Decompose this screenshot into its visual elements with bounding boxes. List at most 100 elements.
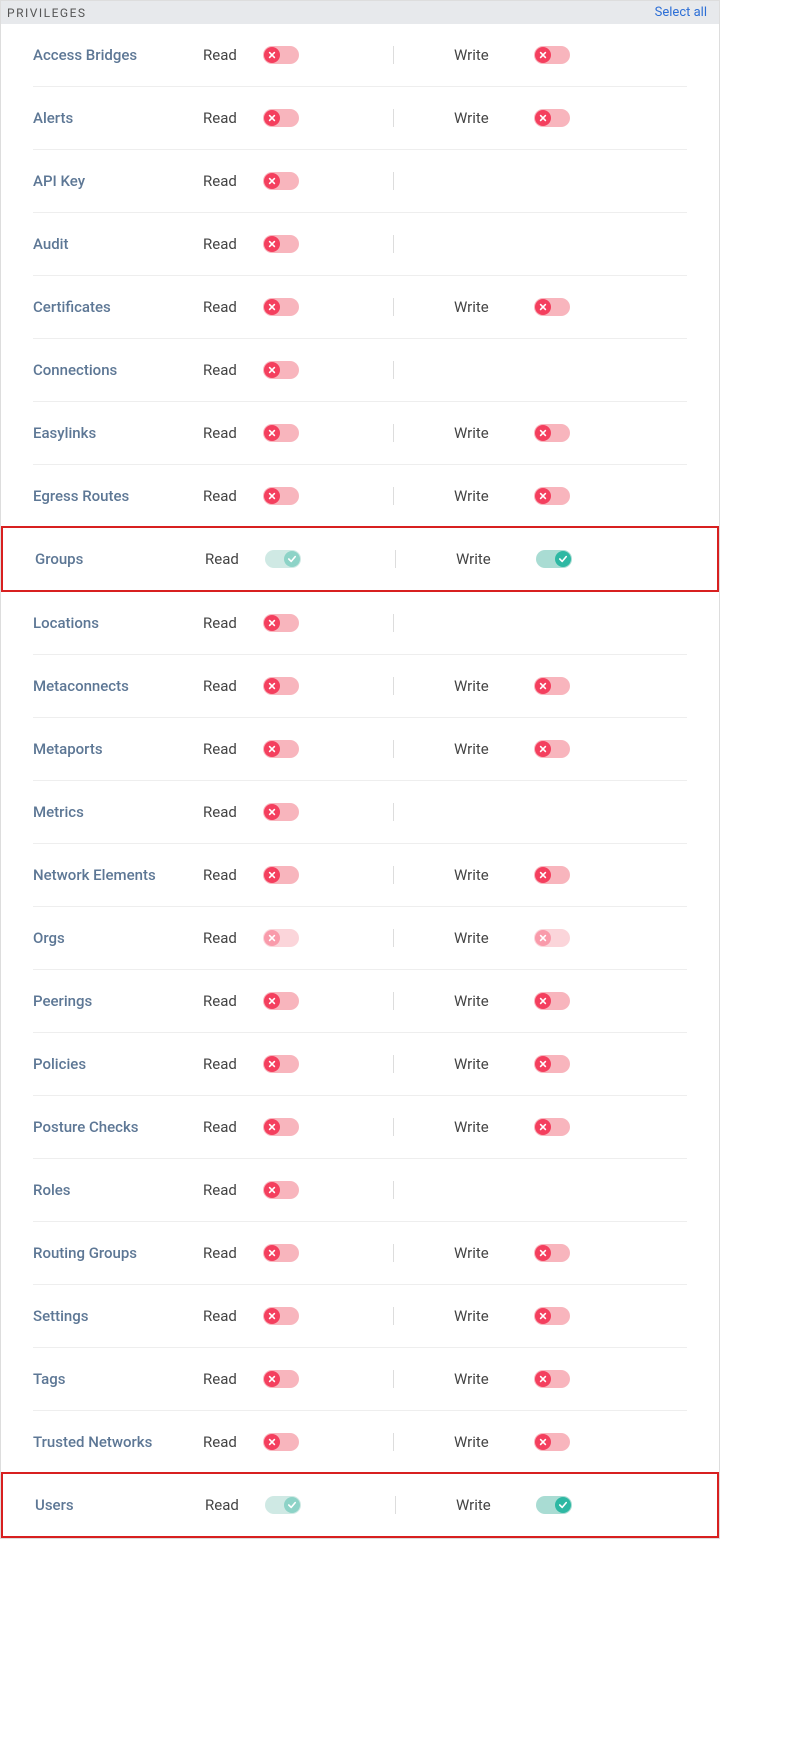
write-toggle-cell xyxy=(534,46,634,64)
x-icon xyxy=(264,362,280,378)
write-label: Write xyxy=(454,1118,534,1136)
divider xyxy=(393,992,394,1010)
check-icon xyxy=(555,551,571,567)
write-toggle[interactable] xyxy=(534,1055,570,1073)
write-toggle-cell xyxy=(536,1496,636,1514)
read-toggle[interactable] xyxy=(263,677,299,695)
write-toggle[interactable] xyxy=(534,1433,570,1451)
write-toggle[interactable] xyxy=(534,1307,570,1325)
divider xyxy=(393,1370,394,1388)
write-toggle[interactable] xyxy=(534,1244,570,1262)
privilege-row: LocationsRead xyxy=(33,592,687,655)
read-toggle[interactable] xyxy=(263,109,299,127)
write-label: Write xyxy=(454,487,534,505)
read-toggle[interactable] xyxy=(265,1496,301,1514)
read-toggle[interactable] xyxy=(263,298,299,316)
write-toggle[interactable] xyxy=(536,1496,572,1514)
divider xyxy=(395,1496,396,1514)
write-toggle[interactable] xyxy=(534,109,570,127)
read-toggle[interactable] xyxy=(263,1433,299,1451)
read-toggle[interactable] xyxy=(263,361,299,379)
read-toggle[interactable] xyxy=(263,1055,299,1073)
write-toggle[interactable] xyxy=(534,298,570,316)
x-icon xyxy=(264,488,280,504)
write-toggle[interactable] xyxy=(534,1118,570,1136)
write-toggle[interactable] xyxy=(534,866,570,884)
write-toggle[interactable] xyxy=(534,677,570,695)
write-toggle[interactable] xyxy=(534,740,570,758)
write-toggle-cell xyxy=(534,1307,634,1325)
read-toggle[interactable] xyxy=(263,1307,299,1325)
read-toggle[interactable] xyxy=(263,866,299,884)
write-toggle[interactable] xyxy=(534,1370,570,1388)
privilege-row: UsersReadWrite xyxy=(1,1472,719,1538)
read-toggle-cell xyxy=(263,866,363,884)
read-toggle-cell xyxy=(263,803,363,821)
x-icon xyxy=(535,867,551,883)
read-label: Read xyxy=(203,1244,263,1262)
write-label: Write xyxy=(454,46,534,64)
x-icon xyxy=(535,741,551,757)
x-icon xyxy=(535,110,551,126)
read-toggle[interactable] xyxy=(263,1244,299,1262)
write-toggle[interactable] xyxy=(534,992,570,1010)
privilege-row: PeeringsReadWrite xyxy=(33,970,687,1033)
read-toggle-cell xyxy=(263,677,363,695)
write-toggle-cell xyxy=(534,1244,634,1262)
divider xyxy=(393,1307,394,1325)
read-toggle[interactable] xyxy=(263,424,299,442)
privileges-list: Access BridgesReadWriteAlertsReadWriteAP… xyxy=(1,24,719,1538)
read-toggle[interactable] xyxy=(265,550,301,568)
divider xyxy=(393,614,394,632)
read-label: Read xyxy=(205,1496,265,1514)
read-toggle[interactable] xyxy=(263,803,299,821)
read-label: Read xyxy=(203,235,263,253)
read-toggle[interactable] xyxy=(263,929,299,947)
x-icon xyxy=(264,1056,280,1072)
write-toggle[interactable] xyxy=(534,487,570,505)
write-toggle[interactable] xyxy=(536,550,572,568)
read-toggle[interactable] xyxy=(263,740,299,758)
x-icon xyxy=(535,678,551,694)
write-label: Write xyxy=(456,1496,536,1514)
write-toggle-cell xyxy=(534,1118,634,1136)
read-label: Read xyxy=(203,487,263,505)
privilege-row: MetaconnectsReadWrite xyxy=(33,655,687,718)
read-toggle[interactable] xyxy=(263,235,299,253)
privilege-name: Roles xyxy=(33,1181,203,1199)
write-toggle[interactable] xyxy=(534,929,570,947)
write-toggle[interactable] xyxy=(534,46,570,64)
read-toggle[interactable] xyxy=(263,172,299,190)
write-toggle-cell xyxy=(534,677,634,695)
write-toggle-cell xyxy=(534,298,634,316)
read-label: Read xyxy=(203,803,263,821)
read-toggle-cell xyxy=(263,235,363,253)
write-toggle-cell xyxy=(534,866,634,884)
privilege-row: OrgsReadWrite xyxy=(33,907,687,970)
read-label: Read xyxy=(203,361,263,379)
read-toggle-cell xyxy=(263,1433,363,1451)
x-icon xyxy=(264,678,280,694)
privilege-row: GroupsReadWrite xyxy=(1,526,719,592)
read-toggle-cell xyxy=(263,929,363,947)
x-icon xyxy=(535,488,551,504)
x-icon xyxy=(264,1245,280,1261)
read-toggle[interactable] xyxy=(263,614,299,632)
x-icon xyxy=(535,1371,551,1387)
read-toggle[interactable] xyxy=(263,487,299,505)
read-toggle[interactable] xyxy=(263,46,299,64)
read-toggle[interactable] xyxy=(263,1370,299,1388)
privilege-name: Trusted Networks xyxy=(33,1433,203,1451)
privilege-name: Locations xyxy=(33,614,203,632)
divider xyxy=(393,46,394,64)
read-toggle[interactable] xyxy=(263,1181,299,1199)
divider xyxy=(393,1244,394,1262)
read-toggle[interactable] xyxy=(263,1118,299,1136)
read-label: Read xyxy=(203,109,263,127)
divider xyxy=(393,424,394,442)
privilege-row: AuditRead xyxy=(33,213,687,276)
read-toggle[interactable] xyxy=(263,992,299,1010)
write-toggle[interactable] xyxy=(534,424,570,442)
select-all-link[interactable]: Select all xyxy=(655,5,707,20)
privilege-name: Certificates xyxy=(33,298,203,316)
